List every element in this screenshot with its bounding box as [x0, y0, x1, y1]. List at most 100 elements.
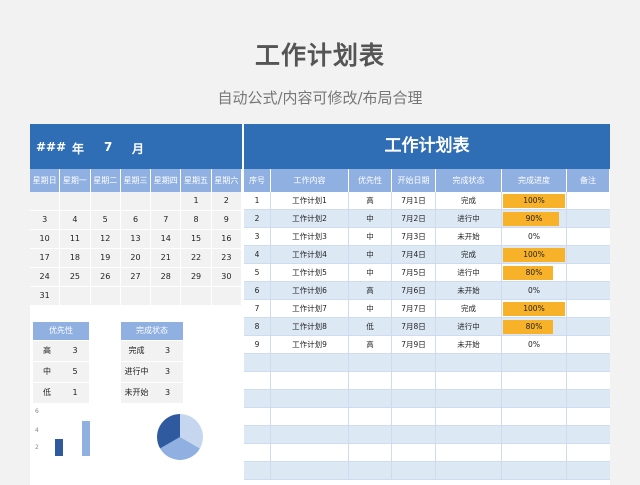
table-cell[interactable]: 工作计划3	[271, 228, 349, 245]
table-cell[interactable]	[244, 408, 271, 425]
table-cell[interactable]: 8	[244, 318, 271, 335]
calendar-day-cell[interactable]: 24	[30, 268, 61, 286]
table-cell[interactable]	[271, 444, 349, 461]
table-cell[interactable]	[502, 444, 567, 461]
calendar-day-cell[interactable]: 31	[30, 287, 61, 305]
table-cell[interactable]	[567, 426, 610, 443]
progress-cell[interactable]: 0%	[502, 282, 567, 299]
table-cell[interactable]	[567, 444, 610, 461]
table-cell[interactable]	[567, 264, 610, 281]
calendar-month[interactable]: 7	[104, 140, 112, 154]
table-cell[interactable]: 工作计划4	[271, 246, 349, 263]
table-cell[interactable]	[271, 462, 349, 479]
progress-cell[interactable]: 80%	[502, 264, 567, 281]
table-cell[interactable]	[392, 372, 436, 389]
table-cell[interactable]	[271, 354, 349, 371]
calendar-day-cell[interactable]: 20	[120, 249, 152, 267]
table-cell[interactable]	[349, 444, 392, 461]
table-cell[interactable]: 进行中	[436, 264, 502, 281]
calendar-day-cell[interactable]: 15	[181, 230, 212, 248]
calendar-day-cell[interactable]	[60, 192, 91, 210]
table-cell[interactable]	[436, 426, 502, 443]
calendar-day-cell[interactable]: 6	[120, 211, 152, 229]
calendar-day-cell[interactable]: 3	[30, 211, 61, 229]
table-cell[interactable]: 工作计划5	[271, 264, 349, 281]
table-cell[interactable]: 9	[244, 336, 271, 353]
table-cell[interactable]	[349, 354, 392, 371]
calendar-day-cell[interactable]: 25	[60, 268, 91, 286]
calendar-day-cell[interactable]: 1	[181, 192, 212, 210]
calendar-year[interactable]: ###	[36, 140, 66, 154]
table-cell[interactable]	[567, 228, 610, 245]
calendar-day-cell[interactable]: 9	[211, 211, 242, 229]
column-header[interactable]: 开始日期	[392, 169, 436, 192]
table-cell[interactable]	[502, 426, 567, 443]
table-cell[interactable]	[567, 336, 610, 353]
column-header[interactable]: 序号	[244, 169, 271, 192]
calendar-day-cell[interactable]: 23	[211, 249, 242, 267]
column-header[interactable]: 备注	[567, 169, 610, 192]
calendar-day-cell[interactable]: 18	[60, 249, 91, 267]
progress-cell[interactable]: 90%	[502, 210, 567, 227]
table-cell[interactable]	[392, 426, 436, 443]
table-cell[interactable]: 7月3日	[392, 228, 436, 245]
table-cell[interactable]	[502, 354, 567, 371]
table-cell[interactable]: 完成	[436, 246, 502, 263]
table-cell[interactable]	[436, 462, 502, 479]
table-cell[interactable]	[567, 210, 610, 227]
table-cell[interactable]	[349, 372, 392, 389]
table-cell[interactable]	[244, 372, 271, 389]
calendar-day-cell[interactable]: 14	[151, 230, 182, 248]
table-cell[interactable]	[502, 408, 567, 425]
table-cell[interactable]: 工作计划9	[271, 336, 349, 353]
calendar-day-cell[interactable]: 7	[151, 211, 182, 229]
calendar-day-cell[interactable]: 2	[211, 192, 242, 210]
table-cell[interactable]: 工作计划6	[271, 282, 349, 299]
calendar-day-cell[interactable]: 26	[90, 268, 121, 286]
table-cell[interactable]	[567, 354, 610, 371]
calendar-day-cell[interactable]: 19	[90, 249, 121, 267]
calendar-day-cell[interactable]: 17	[30, 249, 61, 267]
calendar-day-cell[interactable]	[181, 287, 212, 305]
calendar-day-cell[interactable]	[211, 287, 242, 305]
table-cell[interactable]: 7月9日	[392, 336, 436, 353]
calendar-day-cell[interactable]: 5	[90, 211, 121, 229]
table-cell[interactable]	[349, 390, 392, 407]
table-cell[interactable]: 中	[349, 264, 392, 281]
table-cell[interactable]: 1	[244, 192, 271, 209]
table-cell[interactable]: 进行中	[436, 318, 502, 335]
table-cell[interactable]: 中	[349, 228, 392, 245]
table-cell[interactable]	[567, 462, 610, 479]
table-cell[interactable]	[271, 390, 349, 407]
table-cell[interactable]	[349, 462, 392, 479]
table-cell[interactable]: 工作计划2	[271, 210, 349, 227]
calendar-day-cell[interactable]	[90, 192, 121, 210]
table-cell[interactable]: 3	[244, 228, 271, 245]
table-cell[interactable]: 中	[349, 246, 392, 263]
table-cell[interactable]	[567, 246, 610, 263]
table-cell[interactable]	[244, 354, 271, 371]
table-cell[interactable]	[271, 372, 349, 389]
table-cell[interactable]: 未开始	[436, 228, 502, 245]
calendar-day-cell[interactable]: 12	[90, 230, 121, 248]
table-cell[interactable]: 低	[349, 318, 392, 335]
table-cell[interactable]: 7	[244, 300, 271, 317]
table-cell[interactable]: 工作计划8	[271, 318, 349, 335]
table-cell[interactable]: 未开始	[436, 336, 502, 353]
table-cell[interactable]: 高	[349, 336, 392, 353]
table-cell[interactable]: 工作计划7	[271, 300, 349, 317]
calendar-day-cell[interactable]: 29	[181, 268, 212, 286]
table-cell[interactable]: 工作计划1	[271, 192, 349, 209]
calendar-day-cell[interactable]	[151, 192, 182, 210]
progress-cell[interactable]: 100%	[502, 300, 567, 317]
calendar-day-cell[interactable]: 13	[120, 230, 152, 248]
calendar-day-cell[interactable]: 21	[151, 249, 182, 267]
table-cell[interactable]	[436, 444, 502, 461]
table-cell[interactable]	[244, 426, 271, 443]
table-cell[interactable]	[567, 372, 610, 389]
calendar-day-cell[interactable]	[90, 287, 121, 305]
calendar-day-cell[interactable]	[120, 192, 152, 210]
calendar-day-cell[interactable]	[30, 192, 61, 210]
progress-cell[interactable]: 0%	[502, 228, 567, 245]
table-cell[interactable]	[436, 408, 502, 425]
